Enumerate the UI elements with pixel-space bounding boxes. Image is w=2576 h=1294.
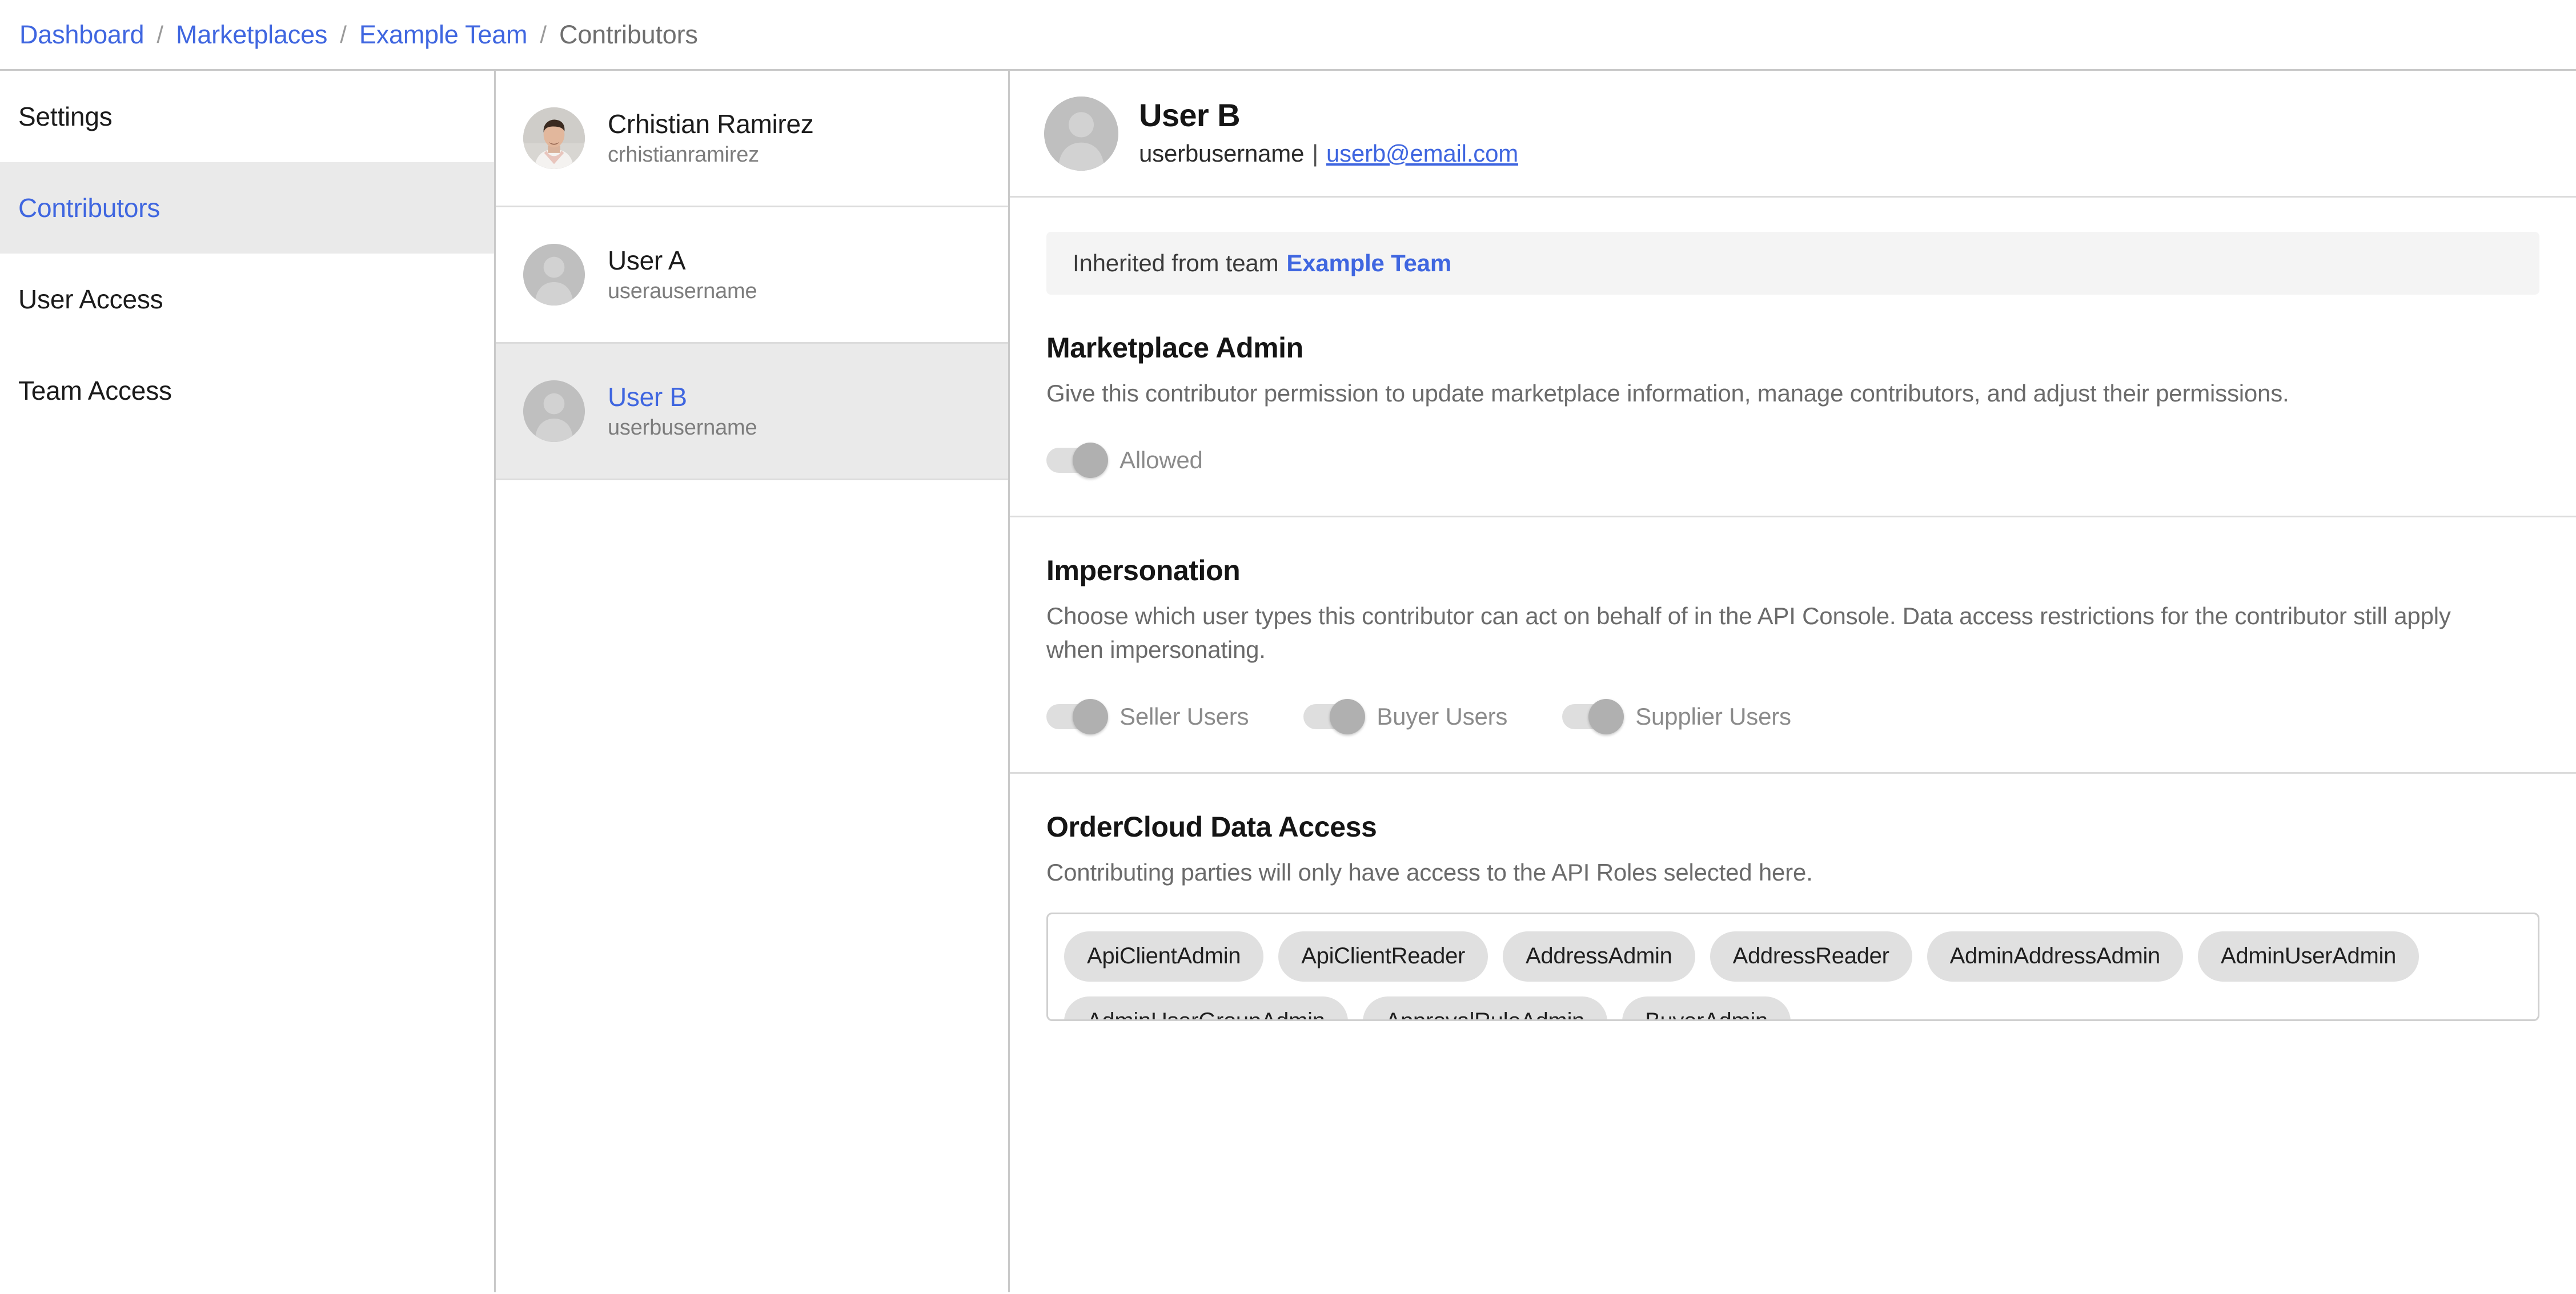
contributor-username: userbusername: [608, 416, 757, 440]
contributor-name: User B: [608, 382, 687, 412]
contributor-username: userausername: [608, 279, 757, 303]
api-role-chip[interactable]: AddressReader: [1710, 931, 1912, 982]
toggle-label: Buyer Users: [1377, 702, 1508, 730]
avatar: [523, 244, 585, 306]
toggle-knob: [1588, 698, 1624, 734]
toggle-row: Seller Users Buyer Users Supplier Users: [1046, 698, 2539, 734]
toggle-knob: [1073, 698, 1108, 734]
avatar: [523, 107, 585, 169]
toggle-switch[interactable]: [1046, 698, 1108, 734]
detail-separator: |: [1312, 140, 1318, 167]
page-body: Settings Contributors User Access Team A…: [0, 71, 2576, 1292]
list-item-text: Crhistian Ramirez crhistianramirez: [608, 109, 814, 167]
sidebar-nav: Settings Contributors User Access Team A…: [0, 71, 496, 1292]
contributor-name: Crhistian Ramirez: [608, 109, 814, 139]
detail-username: userbusername: [1139, 140, 1305, 167]
avatar: [1044, 96, 1118, 171]
sidebar-item-team-access[interactable]: Team Access: [0, 345, 494, 436]
toggle-marketplace-admin-allowed[interactable]: Allowed: [1046, 442, 1203, 478]
api-role-chip[interactable]: AdminUserGroupAdmin: [1064, 996, 1348, 1019]
breadcrumb-item-contributors: Contributors: [559, 19, 698, 49]
detail-header-text: User B userbusername | userb@email.com: [1139, 99, 1518, 167]
api-role-chip[interactable]: AddressAdmin: [1503, 931, 1695, 982]
toggle-label: Supplier Users: [1635, 702, 1791, 730]
detail-email-link[interactable]: userb@email.com: [1326, 140, 1518, 167]
contributor-detail-panel: User B userbusername | userb@email.com I…: [1010, 71, 2576, 1292]
api-roles-chip-container: ApiClientAdmin ApiClientReader AddressAd…: [1046, 912, 2539, 1021]
toggle-switch[interactable]: [1562, 698, 1624, 734]
section-title: Marketplace Admin: [1046, 332, 1303, 364]
api-role-chip[interactable]: BuyerAdmin: [1622, 996, 1791, 1019]
inherited-banner-zone: Inherited from team Example Team: [1010, 198, 2576, 295]
section-marketplace-admin: Marketplace Admin Give this contributor …: [1010, 295, 2576, 517]
api-role-chip[interactable]: ApprovalRuleAdmin: [1362, 996, 1608, 1019]
sidebar-item-label: Settings: [18, 102, 113, 131]
section-title: OrderCloud Data Access: [1046, 810, 1377, 843]
toggle-knob: [1330, 698, 1366, 734]
api-role-chip[interactable]: AdminAddressAdmin: [1927, 931, 2184, 982]
section-title: Impersonation: [1046, 554, 1241, 586]
detail-header: User B userbusername | userb@email.com: [1010, 71, 2576, 198]
api-roles-chip-row: ApiClientAdmin ApiClientReader AddressAd…: [1064, 931, 2522, 1019]
page-title: User B: [1139, 97, 1241, 134]
sidebar-item-contributors[interactable]: Contributors: [0, 162, 494, 254]
toggle-switch[interactable]: [1303, 698, 1366, 734]
section-ordercloud-data-access: OrderCloud Data Access Contributing part…: [1010, 774, 2576, 1059]
toggle-label: Allowed: [1120, 446, 1203, 473]
person-placeholder-icon: [523, 244, 585, 306]
breadcrumb: Dashboard / Marketplaces / Example Team …: [0, 0, 2576, 71]
section-description: Choose which user types this contributor…: [1046, 602, 2451, 664]
breadcrumb-item-example-team[interactable]: Example Team: [359, 20, 528, 50]
list-item-text: User B userbusername: [608, 384, 757, 439]
api-role-chip[interactable]: ApiClientReader: [1278, 931, 1488, 982]
sidebar-item-label: User Access: [18, 284, 163, 314]
toggle-buyer-users[interactable]: Buyer Users: [1303, 698, 1508, 734]
sidebar-item-label: Team Access: [18, 376, 172, 405]
contributor-name: User A: [608, 246, 686, 275]
breadcrumb-separator: /: [540, 21, 547, 48]
breadcrumb-separator: /: [157, 21, 164, 48]
toggle-supplier-users[interactable]: Supplier Users: [1562, 698, 1791, 734]
toggle-switch[interactable]: [1046, 442, 1108, 478]
person-placeholder-icon: [523, 380, 585, 442]
list-item[interactable]: User A userausername: [496, 207, 1008, 344]
sidebar-item-settings[interactable]: Settings: [0, 71, 494, 162]
avatar: [523, 380, 585, 442]
toggle-label: Seller Users: [1120, 702, 1249, 730]
contributor-list: Crhistian Ramirez crhistianramirez User …: [496, 71, 1010, 1292]
section-description: Contributing parties will only have acce…: [1046, 858, 1813, 886]
section-impersonation: Impersonation Choose which user types th…: [1010, 517, 2576, 774]
list-item[interactable]: Crhistian Ramirez crhistianramirez: [496, 71, 1008, 207]
toggle-seller-users[interactable]: Seller Users: [1046, 698, 1249, 734]
api-role-chip[interactable]: AdminUserAdmin: [2198, 931, 2419, 982]
sidebar-item-label: Contributors: [18, 193, 161, 223]
contributor-username: crhistianramirez: [608, 143, 759, 167]
api-role-chip[interactable]: ApiClientAdmin: [1064, 931, 1264, 982]
section-description: Give this contributor permission to upda…: [1046, 380, 2289, 407]
breadcrumb-item-dashboard[interactable]: Dashboard: [19, 20, 145, 50]
breadcrumb-separator: /: [340, 21, 347, 48]
list-item-text: User A userausername: [608, 247, 757, 302]
inherited-from-team-banner: Inherited from team Example Team: [1046, 232, 2539, 295]
breadcrumb-item-marketplaces[interactable]: Marketplaces: [176, 20, 327, 50]
banner-team-link[interactable]: Example Team: [1286, 250, 1451, 277]
toggle-row: Allowed: [1046, 442, 2539, 478]
banner-prefix-label: Inherited from team: [1073, 250, 1279, 276]
detail-subtitle: userbusername | userb@email.com: [1139, 140, 1518, 167]
photo-avatar: [523, 107, 585, 169]
person-placeholder-icon: [1044, 96, 1118, 171]
sidebar-item-user-access[interactable]: User Access: [0, 254, 494, 345]
list-item[interactable]: User B userbusername: [496, 344, 1008, 480]
toggle-knob: [1073, 442, 1108, 478]
